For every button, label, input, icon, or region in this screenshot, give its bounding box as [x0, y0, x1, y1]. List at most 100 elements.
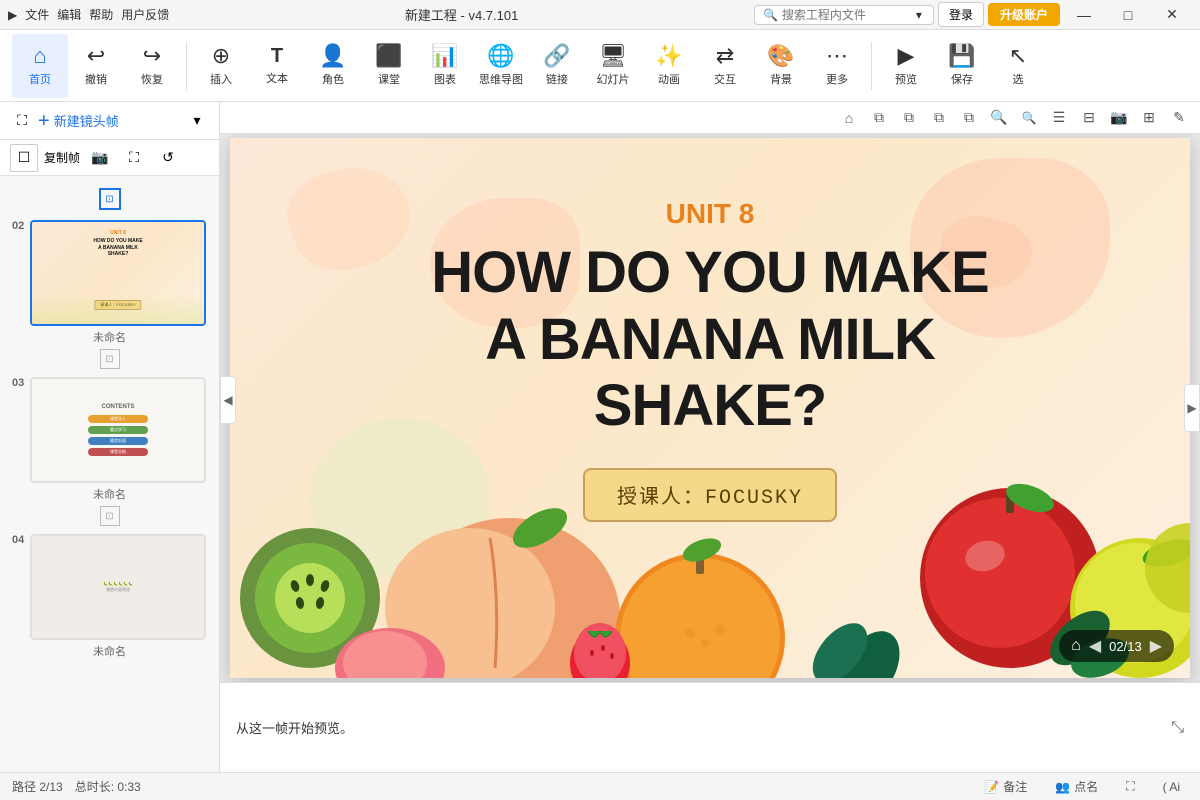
tool-redo[interactable]: ↪ 恢复 — [124, 34, 180, 98]
main-title: HOW DO YOU MAKE A BANANA MILK SHAKE? — [431, 240, 989, 440]
sidebar-toolbar-right: ▾ — [183, 107, 211, 135]
frame-add-between-1[interactable]: ⊡ — [100, 349, 120, 369]
tool-more[interactable]: ⋯ 更多 — [809, 34, 865, 98]
nav-home-icon[interactable]: ⌂ — [1071, 637, 1081, 655]
tool-home[interactable]: ⌂ 首页 — [12, 34, 68, 98]
slide-canvas[interactable]: UNIT 8 HOW DO YOU MAKE A BANANA MILK SHA… — [220, 134, 1200, 682]
bg-icon: 🎨 — [767, 45, 794, 67]
frame-04-row: 04 🐛🐛🐛🐛🐛🐛课堂内容预览 — [12, 534, 207, 640]
title-line1: HOW DO YOU MAKE — [431, 240, 989, 305]
canvas-home-icon[interactable]: ⌂ — [836, 105, 862, 131]
copy-frame-checkbox[interactable]: ☐ — [10, 144, 38, 172]
ai-label: ( Ai — [1163, 780, 1180, 794]
frame-04-thumb[interactable]: 🐛🐛🐛🐛🐛🐛课堂内容预览 — [30, 534, 206, 640]
fullscreen-icon: ⛶ — [1126, 779, 1134, 794]
tool-undo[interactable]: ↩ 撤销 — [68, 34, 124, 98]
nav-next-button[interactable]: ▶ — [1150, 636, 1162, 656]
chart-icon: 📊 — [431, 45, 458, 67]
app-icon: ▶ — [8, 8, 17, 22]
notes-button[interactable]: 📝 备注 — [976, 776, 1035, 797]
preview-icon: ▶ — [898, 45, 915, 67]
canvas-copy2-icon[interactable]: ⧉ — [896, 105, 922, 131]
canvas-minus-icon[interactable]: ⊟ — [1076, 105, 1102, 131]
tool-more-label: 更多 — [826, 71, 848, 87]
redo-icon: ↪ — [143, 45, 161, 67]
status-right: 📝 备注 👥 点名 ⛶ ( Ai — [976, 776, 1188, 797]
frame-03-item2: 重点学习 — [88, 426, 148, 434]
frame-item-04: 04 🐛🐛🐛🐛🐛🐛课堂内容预览 未命名 — [0, 528, 219, 661]
ai-button[interactable]: ( Ai — [1155, 778, 1188, 796]
canvas-edit-icon[interactable]: ✎ — [1166, 105, 1192, 131]
menu-edit[interactable]: 编辑 — [57, 6, 81, 23]
canvas-zoomin-icon[interactable]: 🔍 — [986, 105, 1012, 131]
tool-animation[interactable]: ✨ 动画 — [641, 34, 697, 98]
title-line2: A BANANA MILK — [485, 307, 935, 372]
frame-02-row: 02 UNIT 8 HOW DO YOU MAKEA BANANA MILKSH… — [12, 220, 207, 326]
sidebar-collapse-button[interactable]: ◀ — [220, 376, 236, 424]
search-dropdown-icon[interactable]: ▾ — [916, 8, 922, 22]
tool-bg[interactable]: 🎨 背景 — [753, 34, 809, 98]
canvas-zoomout-icon[interactable]: 🔍 — [1016, 105, 1042, 131]
canvas-camera-icon[interactable]: 📷 — [1106, 105, 1132, 131]
canvas-area: ⌂ ⧉ ⧉ ⧉ ⧉ 🔍 🔍 ☰ ⊟ 📷 ⊞ ✎ — [220, 102, 1200, 772]
tool-role[interactable]: 👤 角色 — [305, 34, 361, 98]
tool-select[interactable]: ↖ 选 — [990, 34, 1046, 98]
minimize-button[interactable]: — — [1064, 0, 1104, 30]
tool-save[interactable]: 💾 保存 — [934, 34, 990, 98]
close-button[interactable]: ✕ — [1152, 0, 1192, 30]
unit-label: UNIT 8 — [666, 198, 755, 230]
tool-interact[interactable]: ⇄ 交互 — [697, 34, 753, 98]
expand-frame-icon[interactable]: ⛶ — [120, 144, 148, 172]
add-frame-label: 新建镜头帧 — [54, 111, 119, 130]
main-area: ⛶ + 新建镜头帧 ▾ ☐ 复制帧 📷 ⛶ ↺ ⊡ — [0, 102, 1200, 772]
tool-save-label: 保存 — [951, 71, 973, 87]
nav-page-indicator: 02/13 — [1109, 639, 1142, 654]
canvas-grid-icon[interactable]: ⊞ — [1136, 105, 1162, 131]
frame-03-contents-label: CONTENTS — [102, 404, 135, 410]
canvas-copy4-icon[interactable]: ⧉ — [956, 105, 982, 131]
tool-chart[interactable]: 📊 图表 — [417, 34, 473, 98]
add-frame-button[interactable]: + 新建镜头帧 — [38, 111, 119, 131]
frame-04-preview: 🐛🐛🐛🐛🐛🐛课堂内容预览 — [103, 581, 133, 592]
menu-help[interactable]: 帮助 — [89, 6, 113, 23]
tool-classroom[interactable]: ⬛ 课堂 — [361, 34, 417, 98]
fullscreen-button[interactable]: ⛶ — [1118, 777, 1142, 796]
canvas-copy3-icon[interactable]: ⧉ — [926, 105, 952, 131]
tool-preview[interactable]: ▶ 预览 — [878, 34, 934, 98]
tool-mindmap[interactable]: 🌐 思维导图 — [473, 34, 529, 98]
tool-slide[interactable]: 🖥 幻灯片 — [585, 34, 641, 98]
frame-03-thumb[interactable]: CONTENTS 课堂导入 重点学习 随堂巩固 课堂总结 — [30, 377, 206, 483]
frame-03-num: 03 — [12, 377, 26, 389]
frame-add-between-2[interactable]: ⊡ — [100, 506, 120, 526]
attendance-label: 点名 — [1074, 778, 1098, 795]
upgrade-button[interactable]: 升级账户 — [988, 3, 1060, 26]
select-icon: ↖ — [1009, 45, 1027, 67]
right-expand-button[interactable]: ▶ — [1184, 384, 1200, 432]
search-input[interactable] — [782, 8, 912, 22]
sidebar-frame-corner-icon[interactable]: ⛶ — [8, 107, 36, 135]
login-button[interactable]: 登录 — [938, 2, 984, 27]
status-bar: 路径 2/13 总时长: 0:33 📝 备注 👥 点名 ⛶ ( Ai — [0, 772, 1200, 800]
frame-04-num: 04 — [12, 534, 26, 546]
sidebar-scroll-down[interactable]: ▾ — [183, 107, 211, 135]
menu-file[interactable]: 文件 — [25, 6, 49, 23]
maximize-button[interactable]: □ — [1108, 0, 1148, 30]
search-bar[interactable]: 🔍 ▾ — [754, 5, 934, 25]
frame-02-thumb[interactable]: UNIT 8 HOW DO YOU MAKEA BANANA MILKSHAKE… — [30, 220, 206, 326]
refresh-icon[interactable]: ↺ — [154, 144, 182, 172]
nav-prev-button[interactable]: ◀ — [1089, 636, 1101, 656]
tool-text[interactable]: T 文本 — [249, 34, 305, 98]
tool-link[interactable]: 🔗 链接 — [529, 34, 585, 98]
frame-03-row: 03 CONTENTS 课堂导入 重点学习 随堂巩固 课堂总结 — [12, 377, 207, 483]
undo-icon: ↩ — [87, 45, 105, 67]
canvas-copy1-icon[interactable]: ⧉ — [866, 105, 892, 131]
frame-03-item3: 随堂巩固 — [88, 437, 148, 445]
notes-expand-button[interactable]: ⤡ — [1171, 719, 1184, 737]
camera-icon[interactable]: 📷 — [86, 144, 114, 172]
toolbar: ⌂ 首页 ↩ 撤销 ↪ 恢复 ⊕ 插入 T 文本 👤 角色 ⬛ 课堂 📊 图表 … — [0, 30, 1200, 102]
menu-feedback[interactable]: 用户反馈 — [121, 6, 169, 23]
attendance-button[interactable]: 👥 点名 — [1047, 776, 1106, 797]
canvas-list-icon[interactable]: ☰ — [1046, 105, 1072, 131]
title-right: 🔍 ▾ 登录 升级账户 — □ ✕ — [754, 0, 1192, 30]
tool-insert[interactable]: ⊕ 插入 — [193, 34, 249, 98]
